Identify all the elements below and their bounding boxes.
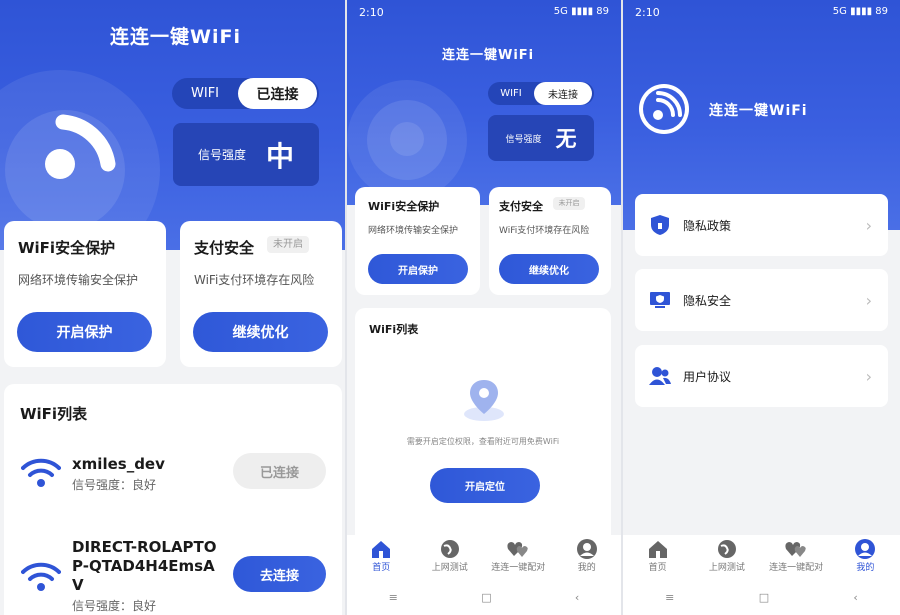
app-title: 连连一键WiFi	[442, 48, 535, 63]
hearts-icon	[785, 542, 806, 557]
back-nav-icon[interactable]: ‹	[853, 591, 857, 604]
signal-label: 信号强度	[505, 134, 542, 145]
back-nav-icon[interactable]: ‹	[575, 591, 579, 604]
hearts-icon	[507, 542, 528, 557]
menu-user-agreement[interactable]: 用户协议 ›	[635, 345, 888, 407]
payment-security-card: 支付安全 未开启 WiFi支付环境存在风险 继续优化	[180, 221, 342, 367]
network-name: xmiles_dev	[72, 455, 165, 473]
signal-label: 信号强度	[197, 148, 246, 162]
location-pin-icon	[464, 380, 504, 421]
tab-pairing[interactable]: 连连一键配对	[484, 535, 553, 580]
home-icon	[648, 541, 667, 558]
menu-privacy-policy[interactable]: 隐私政策 ›	[635, 194, 888, 256]
signal-value: 中	[266, 139, 295, 173]
network-signal: 信号强度：良好	[72, 599, 157, 613]
user-avatar-icon	[576, 539, 597, 559]
wifi-logo-icon	[45, 114, 116, 179]
system-nav-bar: ≡ □ ‹	[623, 580, 900, 615]
continue-optimize-button[interactable]: 继续优化	[499, 254, 599, 284]
status-indicators: 5G ▮▮▮▮ 89	[553, 6, 609, 17]
network-name: DIRECT-ROLAPTO P-QTAD4H4EmsA V	[72, 538, 217, 594]
connect-button[interactable]: 去连接	[233, 556, 326, 592]
enable-location-button[interactable]: 开启定位	[430, 468, 540, 503]
menu-label: 隐私安全	[683, 293, 732, 308]
menu-label: 用户协议	[683, 369, 732, 384]
wifi-list-card: WiFi列表 需要开启定位权限，查看附近可用免费WiFi 开启定位	[355, 308, 611, 548]
system-nav-bar: ≡ □ ‹	[347, 580, 621, 615]
wifi-signal-icon	[21, 458, 61, 487]
app-name: 连连一键WiFi	[709, 103, 808, 119]
tab-pairing[interactable]: 连连一键配对	[762, 535, 831, 580]
signal-value: 无	[555, 127, 577, 151]
bottom-tab-bar: 首页 上网测试 连连一键配对 我的	[623, 535, 900, 580]
tab-speed-test[interactable]: 上网测试	[692, 535, 761, 580]
menu-label: 隐私政策	[683, 218, 732, 233]
wifi-security-card: WiFi安全保护 网络环境传输安全保护 开启保护	[4, 221, 166, 367]
shield-icon	[651, 215, 669, 235]
wifi-list-title: WiFi列表	[20, 405, 88, 423]
toggle-status-label: 已连接	[238, 78, 317, 109]
status-time: 2:10	[635, 6, 660, 19]
payment-status-badge: 未开启	[553, 197, 585, 210]
monitor-shield-icon	[650, 292, 670, 308]
network-signal: 信号强度：良好	[72, 478, 157, 492]
tab-mine[interactable]: 我的	[553, 535, 622, 580]
tab-speed-test[interactable]: 上网测试	[416, 535, 485, 580]
status-time: 2:10	[359, 6, 384, 19]
payment-security-title: 支付安全	[499, 200, 543, 213]
wifi-signal-icon	[21, 562, 61, 591]
globe-icon	[440, 540, 459, 558]
continue-optimize-button[interactable]: 继续优化	[193, 312, 328, 352]
payment-status-badge: 未开启	[267, 236, 309, 253]
wifi-status-toggle[interactable]: WIFI 未连接	[488, 82, 594, 105]
connected-button[interactable]: 已连接	[233, 453, 326, 489]
bottom-tab-bar: 首页 上网测试 连连一键配对 我的	[347, 535, 621, 580]
menu-nav-icon[interactable]: ≡	[665, 591, 674, 604]
wifi-status-toggle[interactable]: WIFI 已连接	[172, 78, 319, 109]
wifi-security-card: WiFi安全保护 网络环境传输安全保护 开启保护	[355, 187, 480, 295]
enable-protection-button[interactable]: 开启保护	[17, 312, 152, 352]
screen-mine: 2:10 5G ▮▮▮▮ 89 连连一键WiFi 隐私政策 › 隐私安全 › 用…	[623, 0, 900, 615]
toggle-wifi-label: WIFI	[500, 88, 522, 99]
chevron-right-icon: ›	[865, 215, 872, 235]
app-title: 连连一键WiFi	[110, 26, 241, 48]
signal-strength-box: 信号强度 中	[173, 123, 319, 186]
toggle-status-label: 未连接	[534, 82, 592, 105]
wifi-security-subtitle: 网络环境传输安全保护	[368, 226, 459, 236]
payment-security-card: 支付安全 未开启 WiFi支付环境存在风险 继续优化	[489, 187, 611, 295]
tab-mine[interactable]: 我的	[831, 535, 900, 580]
location-permission-hint: 需要开启定位权限，查看附近可用免费WiFi	[406, 437, 560, 446]
menu-privacy-security[interactable]: 隐私安全 ›	[635, 269, 888, 331]
tab-home[interactable]: 首页	[623, 535, 692, 580]
wifi-list-title: WiFi列表	[369, 323, 419, 336]
user-avatar-icon	[855, 539, 876, 559]
toggle-wifi-label: WIFI	[191, 86, 219, 101]
home-icon	[372, 541, 391, 558]
app-logo-icon	[639, 84, 689, 134]
wifi-security-title: WiFi安全保护	[18, 239, 116, 257]
signal-strength-box: 信号强度 无	[488, 115, 594, 161]
screen-home-disconnected: 2:10 5G ▮▮▮▮ 89 连连一键WiFi WIFI 未连接 信号强度 无…	[347, 0, 621, 615]
chevron-right-icon: ›	[865, 366, 872, 386]
status-indicators: 5G ▮▮▮▮ 89	[832, 6, 888, 17]
payment-security-title: 支付安全	[194, 239, 255, 257]
home-nav-icon[interactable]: □	[481, 591, 491, 604]
home-nav-icon[interactable]: □	[759, 591, 769, 604]
payment-security-subtitle: WiFi支付环境存在风险	[194, 273, 315, 287]
menu-nav-icon[interactable]: ≡	[389, 591, 398, 604]
wifi-security-title: WiFi安全保护	[368, 200, 440, 213]
chevron-right-icon: ›	[865, 290, 872, 310]
tab-home[interactable]: 首页	[347, 535, 416, 580]
globe-icon	[717, 540, 736, 558]
screen-home-connected: 连连一键WiFi WIFI 已连接 信号强度 中 WiFi安全保护 网络环境传输…	[0, 0, 346, 615]
users-icon	[649, 367, 671, 385]
payment-security-subtitle: WiFi支付环境存在风险	[499, 226, 590, 236]
enable-protection-button[interactable]: 开启保护	[368, 254, 468, 284]
wifi-list-card: WiFi列表 xmiles_dev 信号强度：良好 已连接 DIRECT-ROL…	[4, 384, 342, 615]
wifi-security-subtitle: 网络环境传输安全保护	[18, 273, 139, 287]
decor-ring-core	[390, 122, 424, 156]
